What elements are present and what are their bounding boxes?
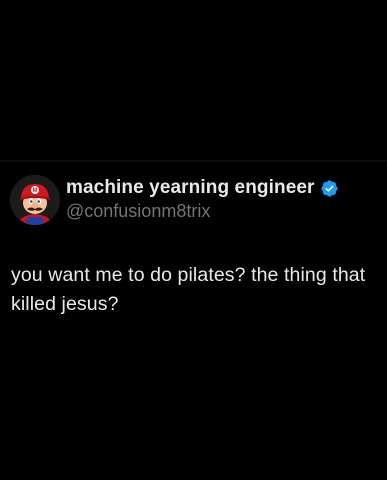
author-handle[interactable]: @confusionm8trix: [66, 201, 210, 222]
red-cap-character-icon: M: [10, 175, 60, 225]
verified-badge-icon: [320, 179, 339, 198]
svg-text:M: M: [33, 188, 38, 194]
tweet-text: you want me to do pilates? the thing tha…: [11, 264, 366, 315]
tweet-card: M machine yearning engineer @confusionm8…: [0, 0, 387, 480]
author-name-row: machine yearning engineer: [66, 176, 339, 200]
avatar[interactable]: M: [10, 175, 60, 225]
author-display-name[interactable]: machine yearning engineer: [66, 177, 315, 199]
